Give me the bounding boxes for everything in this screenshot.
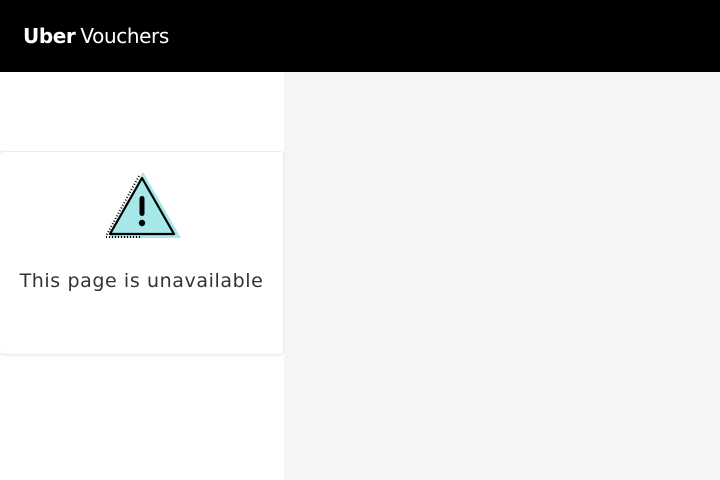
- top-header: Uber Vouchers: [0, 0, 720, 72]
- warning-triangle-icon: [105, 172, 181, 238]
- brand-product: Vouchers: [80, 24, 169, 48]
- error-card: This page is unavailable: [0, 152, 283, 354]
- brand-name: Uber: [23, 24, 76, 48]
- unavailable-message: This page is unavailable: [19, 270, 264, 292]
- right-pane: [284, 72, 720, 480]
- brand-logo[interactable]: Uber Vouchers: [23, 22, 169, 50]
